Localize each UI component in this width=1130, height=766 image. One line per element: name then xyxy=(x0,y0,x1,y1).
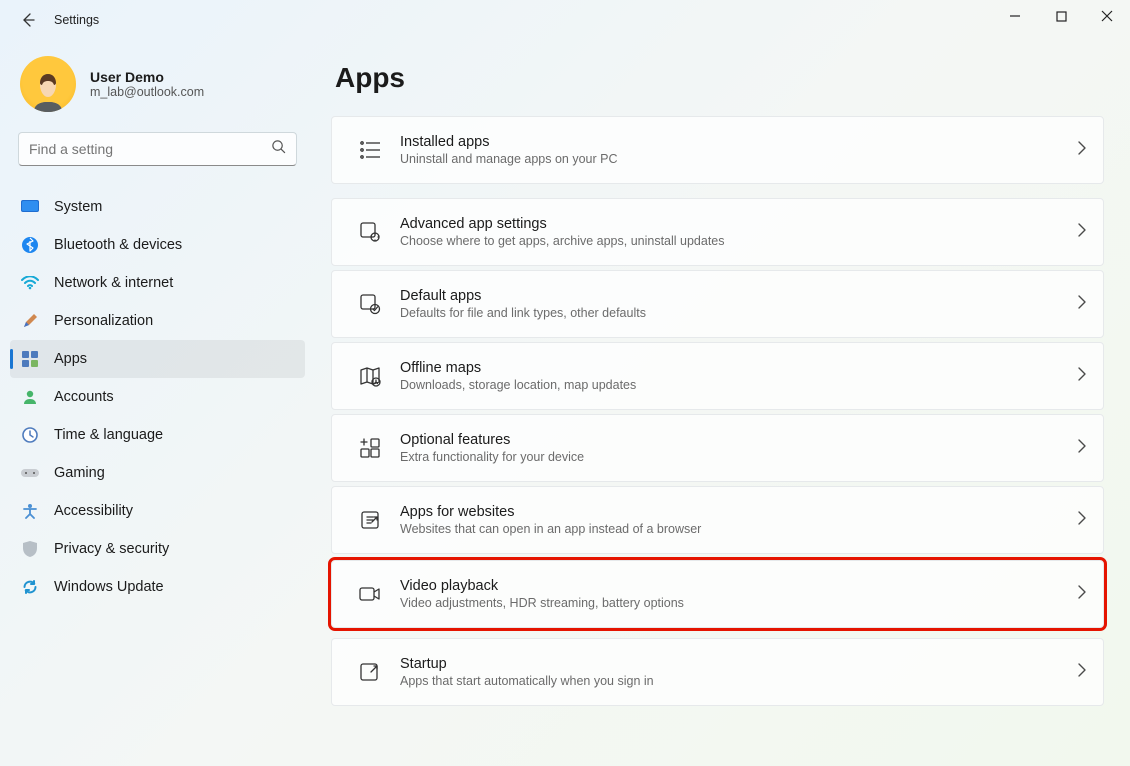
sidebar: User Demo m_lab@outlook.com System Bluet… xyxy=(0,40,315,766)
card-title: Optional features xyxy=(400,432,1077,448)
sidebar-item-privacy[interactable]: Privacy & security xyxy=(10,530,305,568)
sidebar-item-label: Time & language xyxy=(54,427,163,443)
user-email: m_lab@outlook.com xyxy=(90,85,204,99)
nav: System Bluetooth & devices Network & int… xyxy=(0,172,315,606)
card-offline-maps[interactable]: Offline maps Downloads, storage location… xyxy=(331,342,1104,410)
user-profile[interactable]: User Demo m_lab@outlook.com xyxy=(0,44,315,118)
sidebar-item-personalization[interactable]: Personalization xyxy=(10,302,305,340)
card-startup[interactable]: Startup Apps that start automatically wh… xyxy=(331,638,1104,706)
chevron-right-icon xyxy=(1077,367,1087,386)
bluetooth-icon xyxy=(20,237,40,253)
card-title: Offline maps xyxy=(400,360,1077,376)
paintbrush-icon xyxy=(20,312,40,330)
search-field[interactable] xyxy=(29,141,271,157)
page-title: Apps xyxy=(335,62,1104,94)
sidebar-item-label: Windows Update xyxy=(54,579,164,595)
card-installed-apps[interactable]: Installed apps Uninstall and manage apps… xyxy=(331,116,1104,184)
sidebar-item-label: Apps xyxy=(54,351,87,367)
apps-websites-icon xyxy=(350,510,390,530)
sidebar-item-label: Personalization xyxy=(54,313,153,329)
gamepad-icon xyxy=(20,467,40,479)
chevron-right-icon xyxy=(1077,439,1087,458)
search-icon xyxy=(271,139,286,159)
card-subtitle: Extra functionality for your device xyxy=(400,450,1077,464)
sidebar-item-update[interactable]: Windows Update xyxy=(10,568,305,606)
map-icon xyxy=(350,365,390,387)
sidebar-item-label: Gaming xyxy=(54,465,105,481)
system-icon xyxy=(20,200,40,214)
update-icon xyxy=(20,579,40,595)
card-title: Default apps xyxy=(400,288,1077,304)
avatar xyxy=(20,56,76,112)
card-advanced-settings[interactable]: Advanced app settings Choose where to ge… xyxy=(331,198,1104,266)
card-subtitle: Choose where to get apps, archive apps, … xyxy=(400,234,1077,248)
card-video-playback[interactable]: Video playback Video adjustments, HDR st… xyxy=(331,560,1104,628)
chevron-right-icon xyxy=(1077,663,1087,682)
sidebar-item-gaming[interactable]: Gaming xyxy=(10,454,305,492)
close-button[interactable] xyxy=(1084,0,1130,32)
chevron-right-icon xyxy=(1077,585,1087,604)
window-title: Settings xyxy=(54,13,99,27)
list-icon xyxy=(350,140,390,160)
card-default-apps[interactable]: Default apps Defaults for file and link … xyxy=(331,270,1104,338)
person-icon xyxy=(20,389,40,405)
sidebar-item-label: System xyxy=(54,199,102,215)
sidebar-item-label: Network & internet xyxy=(54,275,173,291)
card-title: Apps for websites xyxy=(400,504,1077,520)
maximize-button[interactable] xyxy=(1038,0,1084,32)
default-apps-icon xyxy=(350,293,390,315)
sidebar-item-bluetooth[interactable]: Bluetooth & devices xyxy=(10,226,305,264)
sidebar-item-accounts[interactable]: Accounts xyxy=(10,378,305,416)
back-button[interactable] xyxy=(8,0,48,40)
accessibility-icon xyxy=(20,503,40,519)
titlebar: Settings xyxy=(0,0,1130,40)
sidebar-item-label: Bluetooth & devices xyxy=(54,237,182,253)
card-optional-features[interactable]: Optional features Extra functionality fo… xyxy=(331,414,1104,482)
sidebar-item-apps[interactable]: Apps xyxy=(10,340,305,378)
sidebar-item-label: Accessibility xyxy=(54,503,133,519)
sidebar-item-system[interactable]: System xyxy=(10,188,305,226)
card-subtitle: Uninstall and manage apps on your PC xyxy=(400,152,1077,166)
video-icon xyxy=(350,586,390,602)
card-title: Video playback xyxy=(400,578,1077,594)
sidebar-item-label: Privacy & security xyxy=(54,541,169,557)
card-title: Startup xyxy=(400,656,1077,672)
card-subtitle: Apps that start automatically when you s… xyxy=(400,674,1077,688)
apps-icon xyxy=(20,351,40,367)
wifi-icon xyxy=(20,276,40,290)
startup-icon xyxy=(350,662,390,682)
sidebar-item-accessibility[interactable]: Accessibility xyxy=(10,492,305,530)
main: Apps Installed apps Uninstall and manage… xyxy=(315,40,1130,766)
clock-icon xyxy=(20,427,40,443)
chevron-right-icon xyxy=(1077,141,1087,160)
chevron-right-icon xyxy=(1077,223,1087,242)
search-input[interactable] xyxy=(18,132,297,166)
card-subtitle: Defaults for file and link types, other … xyxy=(400,306,1077,320)
chevron-right-icon xyxy=(1077,511,1087,530)
chevron-right-icon xyxy=(1077,295,1087,314)
card-subtitle: Video adjustments, HDR streaming, batter… xyxy=(400,596,1077,610)
card-subtitle: Downloads, storage location, map updates xyxy=(400,378,1077,392)
app-gear-icon xyxy=(350,221,390,243)
sidebar-item-time[interactable]: Time & language xyxy=(10,416,305,454)
card-title: Advanced app settings xyxy=(400,216,1077,232)
sidebar-item-label: Accounts xyxy=(54,389,114,405)
minimize-button[interactable] xyxy=(992,0,1038,32)
card-title: Installed apps xyxy=(400,134,1077,150)
user-name: User Demo xyxy=(90,69,204,85)
sidebar-item-network[interactable]: Network & internet xyxy=(10,264,305,302)
plus-grid-icon xyxy=(350,438,390,458)
card-apps-websites[interactable]: Apps for websites Websites that can open… xyxy=(331,486,1104,554)
card-subtitle: Websites that can open in an app instead… xyxy=(400,522,1077,536)
shield-icon xyxy=(20,541,40,557)
